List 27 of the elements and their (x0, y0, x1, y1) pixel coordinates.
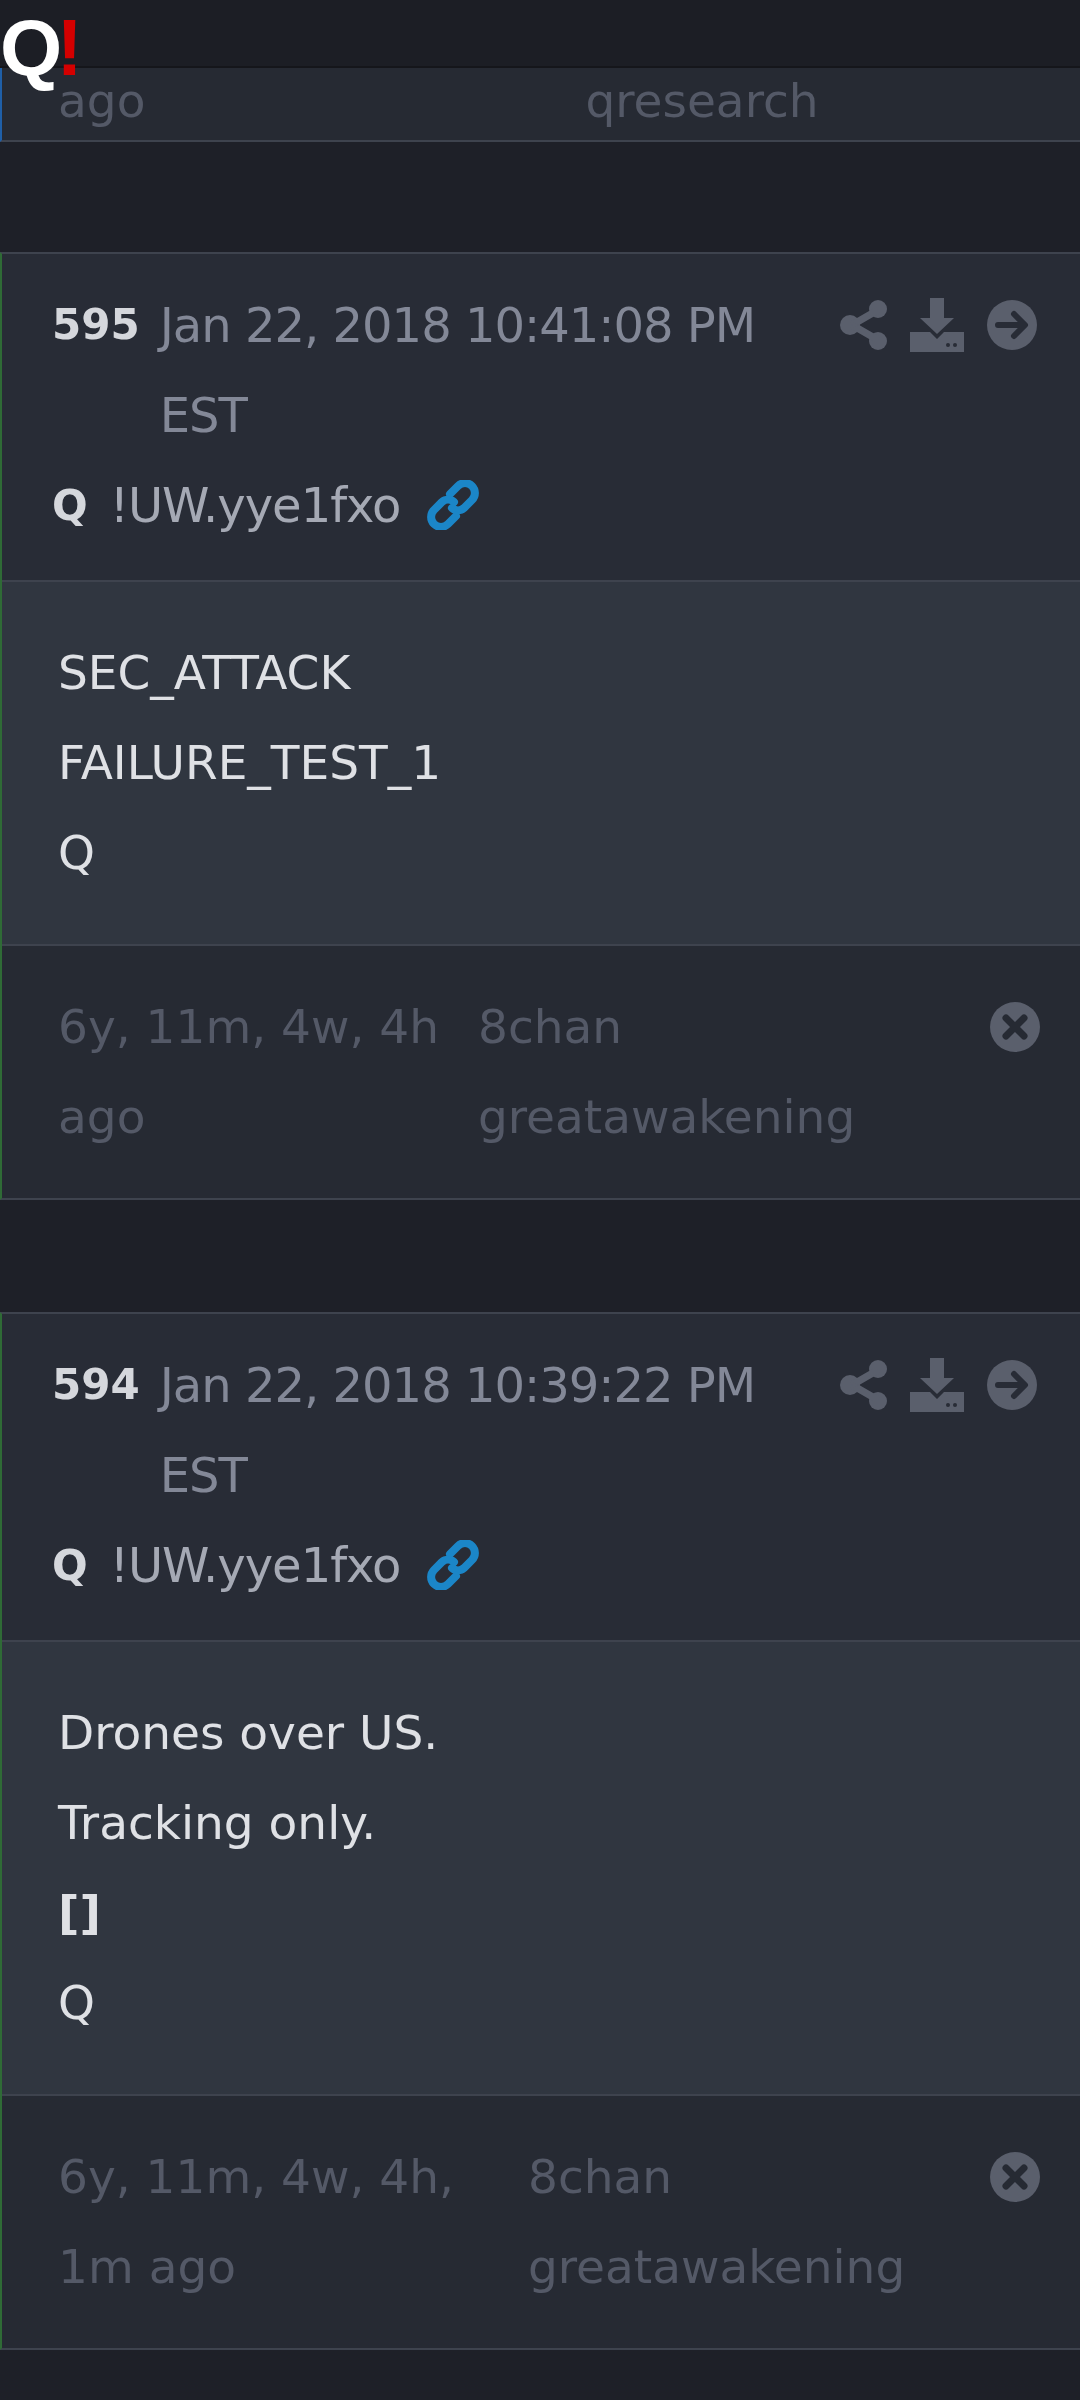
post-timezone: EST (159, 1446, 249, 1505)
post-tripcode: !UW.yye1fxo (109, 477, 401, 533)
share-icon[interactable] (840, 299, 888, 351)
post-date: Jan 22, 2018 10:41:08 PM (159, 296, 757, 355)
link-icon[interactable] (426, 480, 481, 530)
post-timezone: EST (159, 386, 249, 445)
close-icon[interactable] (990, 1002, 1040, 1052)
share-icon[interactable] (840, 1359, 888, 1411)
post-text-line: SEC_ATTACK (58, 644, 352, 702)
post-text-line: Drones over US. (58, 1704, 440, 1762)
arrow-right-icon[interactable] (986, 299, 1038, 351)
post-text-line: Q (58, 824, 96, 882)
post-tripcode: !UW.yye1fxo (109, 1537, 401, 1593)
link-icon[interactable] (426, 1540, 481, 1590)
post-text-line: FAILURE_TEST_1 (58, 734, 443, 792)
close-icon[interactable] (990, 2152, 1040, 2202)
download-icon[interactable] (910, 298, 964, 352)
post-author: Q (52, 1540, 88, 1590)
post-author: Q (52, 480, 88, 530)
download-icon[interactable] (910, 1358, 964, 1412)
arrow-right-icon[interactable] (986, 1359, 1038, 1411)
post-text-line: [] (58, 1884, 102, 1942)
post-text-line: Tracking only. (58, 1794, 378, 1852)
post-number: 595 (52, 299, 140, 351)
post-number: 594 (52, 1359, 140, 1411)
post-date: Jan 22, 2018 10:39:22 PM (159, 1356, 757, 1415)
post-text-line: Q (58, 1974, 96, 2032)
